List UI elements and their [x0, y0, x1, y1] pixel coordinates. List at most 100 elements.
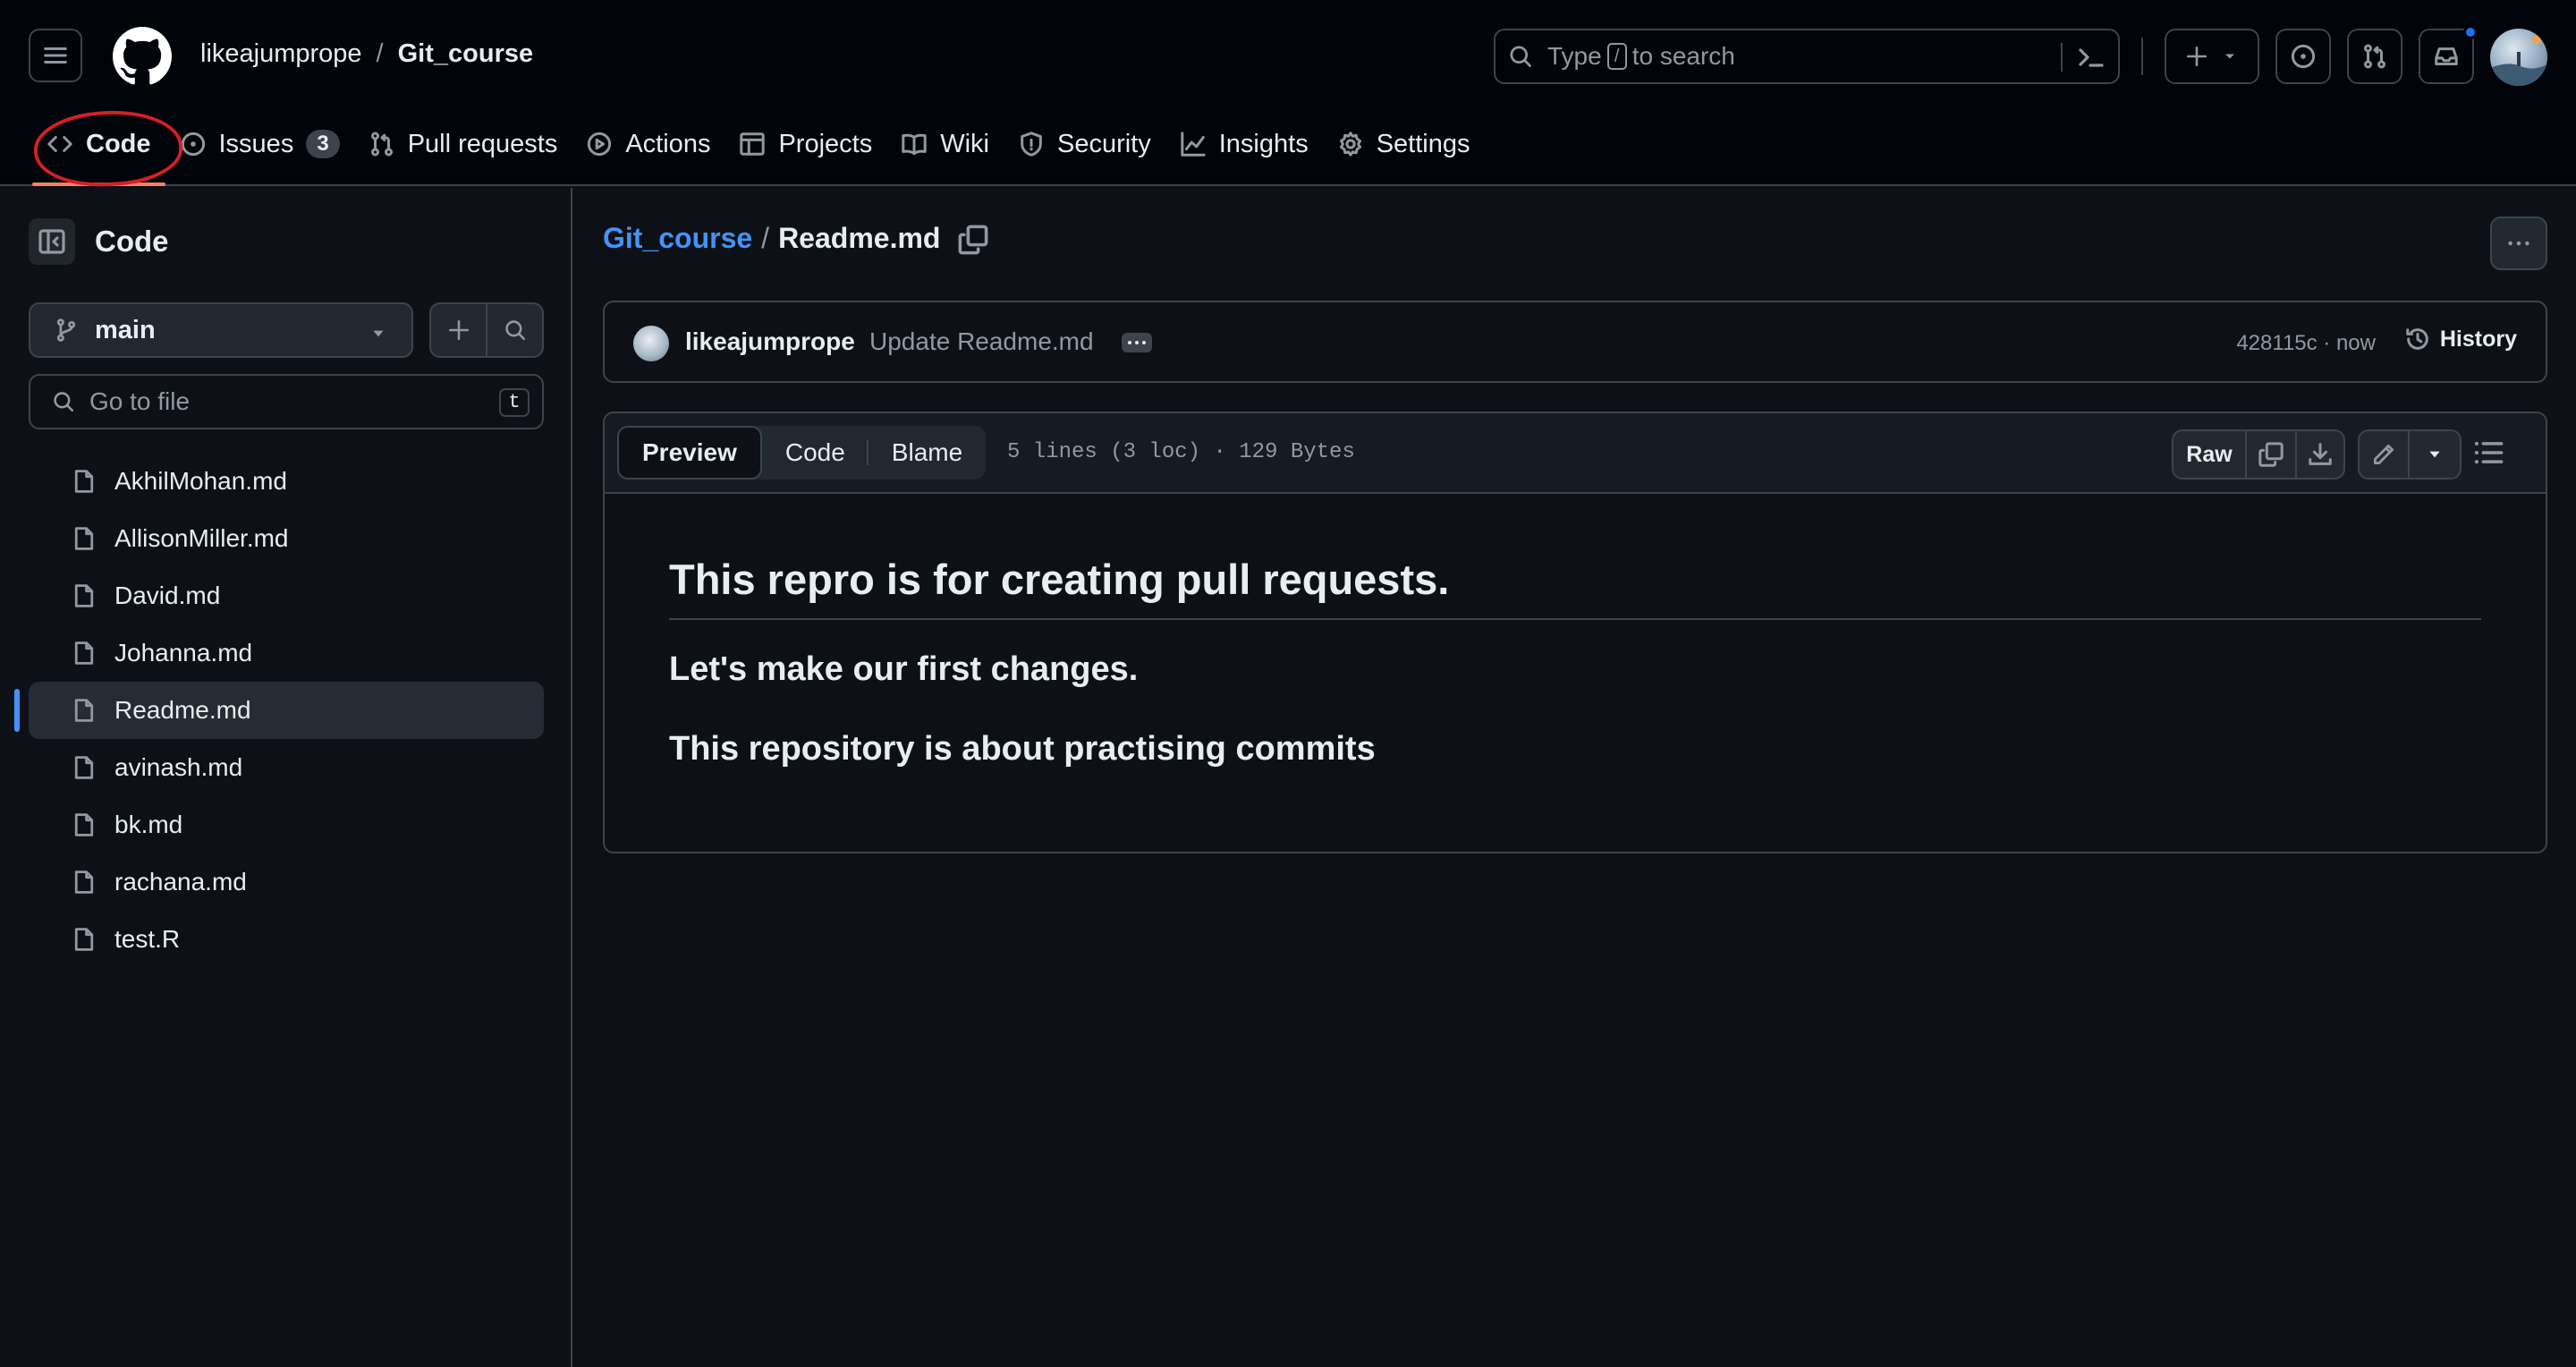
file-item-akhilmohan[interactable]: AkhilMohan.md — [29, 453, 544, 510]
copy-raw-button[interactable] — [2247, 431, 2295, 478]
tab-settings-label: Settings — [1376, 129, 1470, 158]
command-palette-icon[interactable] — [2077, 43, 2106, 72]
sidebar-collapse-icon — [38, 229, 65, 254]
hamburger-icon — [44, 47, 67, 64]
tab-blame[interactable]: Blame — [869, 426, 986, 480]
github-logo-icon[interactable] — [113, 27, 172, 86]
menu-button[interactable] — [29, 29, 82, 82]
markdown-heading-2: This repository is about practising comm… — [669, 730, 1376, 768]
search-shortcut-key: / — [1606, 43, 1627, 70]
triangle-down-icon — [373, 330, 384, 337]
search-suffix: to search — [1631, 42, 1735, 70]
tab-actions[interactable]: Actions — [572, 116, 724, 172]
tab-settings[interactable]: Settings — [1323, 116, 1485, 172]
commit-sha-time[interactable]: 428115c · now — [2236, 331, 2376, 356]
file-breadcrumb: Git_course / Readme.md — [603, 222, 940, 255]
expand-commit-message-button[interactable] — [1122, 333, 1152, 352]
issues-button[interactable] — [2275, 29, 2331, 84]
markdown-preview: This repro is for creating pull requests… — [605, 555, 2546, 768]
file-icon — [74, 928, 94, 951]
branch-selector[interactable]: main — [29, 302, 413, 358]
tab-code-view[interactable]: Code — [762, 426, 869, 480]
plus-icon — [2186, 46, 2207, 67]
file-item-bk[interactable]: bk.md — [29, 796, 544, 853]
file-item-david[interactable]: David.md — [29, 567, 544, 624]
book-icon — [902, 133, 927, 156]
breadcrumb-repo-link[interactable]: Git_course — [603, 222, 752, 255]
file-name: AkhilMohan.md — [114, 467, 287, 495]
copy-path-icon[interactable] — [957, 224, 989, 256]
gear-icon — [1339, 132, 1361, 157]
file-name: rachana.md — [114, 868, 247, 896]
file-icon — [74, 756, 94, 779]
issue-opened-icon — [181, 132, 205, 157]
pull-requests-button[interactable] — [2347, 29, 2402, 84]
file-item-test-r[interactable]: test.R — [29, 911, 544, 968]
tab-projects[interactable]: Projects — [724, 116, 886, 172]
tab-projects-label: Projects — [778, 129, 873, 158]
triangle-down-icon — [2225, 54, 2234, 59]
more-options-button[interactable] — [2490, 217, 2547, 270]
file-item-johanna[interactable]: Johanna.md — [29, 624, 544, 682]
breadcrumb-separator: / — [761, 222, 770, 254]
go-to-file-placeholder: Go to file — [89, 387, 191, 415]
list-unordered-icon[interactable] — [2472, 437, 2504, 469]
history-icon — [2406, 328, 2428, 350]
markdown-heading-2: Let's make our first changes. — [669, 650, 1139, 688]
file-item-readme[interactable]: Readme.md — [14, 682, 544, 739]
add-file-button[interactable] — [431, 304, 487, 356]
file-name: avinash.md — [114, 753, 243, 781]
file-item-allisonmiller[interactable]: AllisonMiller.md — [29, 510, 544, 567]
commit-message[interactable]: Update Readme.md — [869, 327, 1094, 356]
file-name: bk.md — [114, 811, 183, 838]
plus-icon — [448, 319, 469, 341]
file-item-avinash[interactable]: avinash.md — [29, 739, 544, 796]
tab-actions-label: Actions — [625, 129, 711, 158]
table-icon — [740, 132, 766, 156]
collapse-sidebar-button[interactable] — [29, 218, 75, 265]
file-toolbar: Preview Code Blame 5 lines (3 loc) · 129… — [605, 413, 2546, 494]
download-raw-button[interactable] — [2295, 431, 2343, 478]
file-name: Readme.md — [114, 696, 251, 724]
file-item-rachana[interactable]: rachana.md — [29, 853, 544, 911]
owner-link[interactable]: likeajumprope — [200, 39, 362, 69]
tab-security[interactable]: Security — [1004, 116, 1165, 172]
graph-icon — [1181, 132, 1206, 157]
file-icon — [74, 470, 94, 493]
commit-author[interactable]: likeajumprope — [685, 327, 855, 356]
shield-icon — [1021, 132, 1042, 157]
file-name: David.md — [114, 582, 221, 609]
edit-file-button[interactable] — [2360, 431, 2410, 478]
search-files-button[interactable] — [487, 304, 542, 356]
file-actions-group — [429, 302, 544, 358]
tab-pull-requests[interactable]: Pull requests — [354, 116, 572, 172]
repo-link[interactable]: Git_course — [398, 39, 534, 69]
create-new-button[interactable] — [2165, 29, 2259, 84]
issues-count-badge: 3 — [306, 130, 340, 158]
tab-preview[interactable]: Preview — [617, 426, 762, 480]
tab-code-label: Code — [86, 129, 151, 158]
go-to-file-shortcut: t — [499, 388, 530, 417]
avatar-image-icon — [2490, 35, 2547, 86]
file-icon — [74, 584, 94, 607]
history-label: History — [2439, 326, 2517, 352]
tab-wiki[interactable]: Wiki — [886, 116, 1004, 172]
go-to-file-input[interactable]: Go to file t — [29, 374, 544, 429]
file-viewer: Preview Code Blame 5 lines (3 loc) · 129… — [603, 412, 2547, 853]
tab-insights[interactable]: Insights — [1165, 116, 1323, 172]
search-icon — [1510, 46, 1531, 67]
history-button[interactable]: History — [2404, 326, 2517, 352]
search-prefix: Type — [1547, 42, 1602, 70]
commit-author-avatar[interactable] — [633, 326, 669, 361]
edit-options-dropdown[interactable] — [2410, 431, 2460, 478]
inbox-icon — [2435, 47, 2458, 65]
tab-code[interactable]: Code — [32, 116, 165, 186]
file-name: test.R — [114, 925, 181, 953]
tab-insights-label: Insights — [1218, 129, 1309, 158]
raw-button[interactable]: Raw — [2174, 431, 2247, 478]
repo-breadcrumb: likeajumprope / Git_course — [200, 39, 533, 69]
search-input[interactable]: Type / to search — [1494, 29, 2120, 84]
user-avatar[interactable] — [2490, 29, 2547, 86]
tab-issues[interactable]: Issues 3 — [165, 116, 354, 172]
file-list: AkhilMohan.md AllisonMiller.md David.md … — [14, 453, 544, 968]
